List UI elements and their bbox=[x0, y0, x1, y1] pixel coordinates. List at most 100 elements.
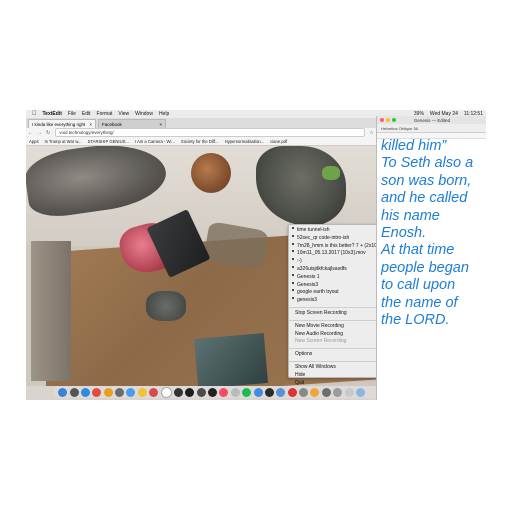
trash-icon[interactable] bbox=[355, 387, 365, 397]
spotify-icon[interactable] bbox=[242, 387, 252, 397]
app-icon[interactable] bbox=[276, 387, 286, 397]
tab-label: I kinda like everything right bbox=[32, 121, 86, 127]
tab-facebook[interactable]: Facebook × bbox=[98, 119, 166, 128]
scene-teal-box bbox=[193, 333, 269, 386]
menu-help[interactable]: Help bbox=[159, 111, 169, 117]
app-name[interactable]: TextEdit bbox=[43, 111, 62, 117]
star-icon[interactable]: ☆ bbox=[370, 130, 374, 136]
document-text-area[interactable]: killed him” To Seth also a son was born,… bbox=[377, 138, 486, 400]
format-toolbar[interactable]: Helvetica Oblique 36 bbox=[377, 124, 486, 133]
mail-icon[interactable] bbox=[126, 387, 136, 397]
chrome-icon[interactable] bbox=[92, 387, 102, 397]
recording-label: google earth tryout bbox=[297, 289, 339, 296]
recording-label: Genesis 1 bbox=[297, 273, 320, 280]
bullet-icon bbox=[292, 227, 294, 229]
recording-label: Genesis3 bbox=[297, 281, 319, 288]
scene-green-spot bbox=[322, 166, 340, 180]
app-icon[interactable] bbox=[230, 387, 240, 397]
app-icon[interactable] bbox=[115, 387, 125, 397]
url-input[interactable]: void.technology/everything/ bbox=[55, 128, 365, 137]
app-icon[interactable] bbox=[185, 387, 195, 397]
bookmark-item[interactable]: Is Trump at War w... bbox=[45, 139, 82, 144]
bookmark-item[interactable]: Society for the Diff... bbox=[181, 139, 219, 144]
close-window-icon[interactable] bbox=[380, 118, 384, 122]
safari-icon[interactable] bbox=[80, 387, 90, 397]
music-icon[interactable] bbox=[219, 387, 229, 397]
recording-label: genesis3 bbox=[297, 297, 318, 304]
browser-tab-bar: I kinda like everything right × Facebook… bbox=[26, 118, 376, 128]
bullet-icon bbox=[292, 265, 294, 268]
app-icon[interactable] bbox=[208, 387, 218, 397]
bullet-icon bbox=[292, 258, 294, 261]
scene-shelf bbox=[31, 241, 71, 381]
text-line: and he called bbox=[381, 190, 468, 207]
textedit-window: Genesis — Edited Helvetica Oblique 36 ki… bbox=[376, 116, 486, 400]
recording-label: 52sec_qr code-intro-ish bbox=[297, 234, 350, 241]
bookmark-item[interactable]: I Am a Camera - Wi... bbox=[135, 139, 175, 144]
text-line: the LORD. bbox=[381, 312, 450, 329]
firefox-icon[interactable] bbox=[103, 387, 113, 397]
app-icon[interactable] bbox=[264, 387, 274, 397]
bookmark-item[interactable]: ciane.pdf bbox=[270, 139, 287, 144]
bookmark-item[interactable]: Hypernormalisation... bbox=[225, 139, 265, 144]
app-icon[interactable] bbox=[333, 387, 343, 397]
zoom-window-icon[interactable] bbox=[392, 118, 396, 122]
scene-brown-sphere bbox=[191, 153, 231, 193]
bookmark-apps[interactable]: Apps bbox=[29, 139, 39, 144]
options-label: Options bbox=[295, 351, 313, 358]
text-line: Enosh. bbox=[381, 225, 427, 242]
bullet-icon bbox=[292, 242, 294, 245]
bullet-icon bbox=[292, 250, 294, 253]
recording-label: a326uisjdkfckajlsasdfs bbox=[297, 265, 347, 272]
recording-label: time tunnel-ish bbox=[297, 227, 330, 233]
text-line: son was born, bbox=[381, 172, 472, 189]
downloads-icon[interactable] bbox=[344, 387, 354, 397]
app-icon[interactable] bbox=[321, 387, 331, 397]
text-line: his name bbox=[381, 207, 440, 224]
recording-label: 7m28_hmm is this better? 7 + (2x10) bbox=[297, 242, 379, 249]
app-icon[interactable] bbox=[287, 387, 297, 397]
notes-icon[interactable] bbox=[137, 387, 147, 397]
textedit-icon[interactable] bbox=[160, 386, 172, 398]
reload-icon[interactable]: ↻ bbox=[46, 130, 50, 136]
app-icon[interactable] bbox=[299, 387, 309, 397]
tab-label: Facebook bbox=[102, 121, 122, 127]
desktop-screen:  TextEdit File Edit Format View Window … bbox=[26, 110, 486, 400]
apple-icon[interactable]:  bbox=[32, 111, 37, 117]
recording-label: 10m11_05.13.2017 [10x3].mov bbox=[297, 250, 366, 257]
app-icon[interactable] bbox=[173, 387, 183, 397]
bullet-icon bbox=[292, 289, 294, 292]
bullet-icon bbox=[292, 234, 294, 237]
back-icon[interactable]: ← bbox=[28, 130, 33, 136]
textedit-titlebar[interactable]: Genesis — Edited bbox=[377, 116, 486, 124]
menu-format[interactable]: Format bbox=[97, 111, 113, 117]
text-line: At that time bbox=[381, 242, 455, 259]
text-line: to call upon bbox=[381, 277, 456, 294]
text-line: killed him” bbox=[381, 138, 447, 154]
close-icon[interactable]: × bbox=[89, 122, 92, 127]
menu-window[interactable]: Window bbox=[135, 111, 153, 117]
bookmark-item[interactable]: STARSHIP GENIUS... bbox=[88, 139, 129, 144]
launchpad-icon[interactable] bbox=[69, 387, 79, 397]
recording-label: :-) bbox=[297, 258, 302, 265]
calendar-icon[interactable] bbox=[149, 387, 159, 397]
close-icon[interactable]: × bbox=[159, 122, 162, 127]
menu-file[interactable]: File bbox=[68, 111, 76, 117]
text-line: people began bbox=[381, 259, 469, 276]
text-line: the name of bbox=[381, 294, 458, 311]
forward-icon[interactable]: → bbox=[37, 130, 42, 136]
tab-current[interactable]: I kinda like everything right × bbox=[28, 119, 96, 128]
bullet-icon bbox=[292, 281, 294, 284]
window-controls bbox=[380, 118, 398, 122]
address-bar: ← → ↻ void.technology/everything/ ☆ bbox=[26, 128, 376, 137]
menu-edit[interactable]: Edit bbox=[82, 111, 91, 117]
bookmarks-bar: Apps Is Trump at War w... STARSHIP GENIU… bbox=[26, 137, 376, 146]
app-icon[interactable] bbox=[310, 387, 320, 397]
finder-icon[interactable] bbox=[58, 387, 68, 397]
minimize-window-icon[interactable] bbox=[386, 118, 390, 122]
window-title: Genesis — Edited bbox=[413, 117, 451, 123]
app-icon[interactable] bbox=[253, 387, 263, 397]
menu-view[interactable]: View bbox=[118, 111, 129, 117]
text-line: To Seth also a bbox=[381, 155, 474, 172]
app-icon[interactable] bbox=[196, 387, 206, 397]
